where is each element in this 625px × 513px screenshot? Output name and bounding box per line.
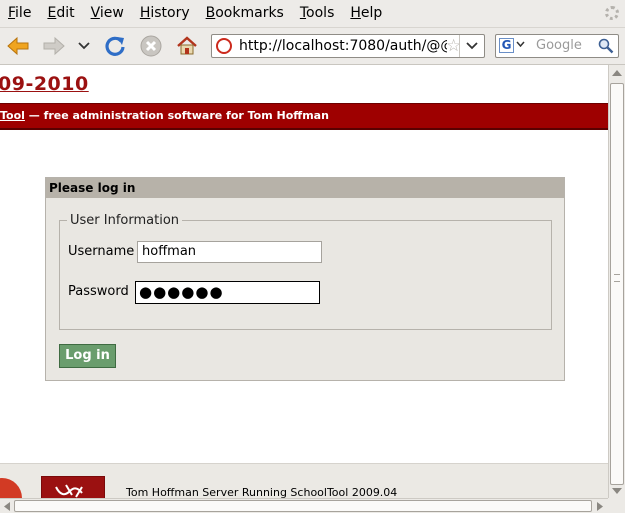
login-form: Please log in User Information Username … bbox=[45, 177, 565, 381]
navigation-toolbar: http://localhost:7080/auth/@@ ☆ G Google bbox=[0, 28, 625, 65]
search-engine-icon[interactable]: G bbox=[499, 38, 514, 53]
site-identity-icon[interactable] bbox=[216, 38, 232, 54]
site-title-link[interactable]: 09-2010 bbox=[0, 73, 89, 95]
password-label: Password bbox=[68, 284, 129, 299]
site-banner: Tool — free administration software for … bbox=[0, 103, 608, 130]
url-input[interactable]: http://localhost:7080/auth/@@ bbox=[239, 38, 447, 54]
stop-icon bbox=[140, 35, 162, 57]
menu-help[interactable]: Help bbox=[342, 0, 390, 27]
footer-text: Tom Hoffman Server Running SchoolTool 20… bbox=[126, 486, 398, 498]
menu-tools[interactable]: Tools bbox=[292, 0, 343, 27]
scroll-right-arrow-icon[interactable] bbox=[597, 502, 604, 511]
back-arrow-icon bbox=[7, 36, 29, 56]
vertical-scrollbar[interactable] bbox=[608, 65, 625, 498]
scroll-down-arrow-icon[interactable] bbox=[612, 488, 622, 495]
menu-history[interactable]: History bbox=[132, 0, 198, 27]
menu-edit[interactable]: Edit bbox=[39, 0, 82, 27]
menu-bookmarks[interactable]: Bookmarks bbox=[198, 0, 292, 27]
page-content: 09-2010 Tool — free administration softw… bbox=[0, 65, 608, 498]
fieldset-legend: User Information bbox=[70, 213, 180, 228]
login-header: Please log in bbox=[46, 178, 564, 198]
grip-icon bbox=[614, 274, 620, 282]
footer-decoration bbox=[0, 478, 22, 498]
page-footer: Tom Hoffman Server Running SchoolTool 20… bbox=[0, 463, 608, 498]
chevron-down-icon[interactable] bbox=[516, 41, 525, 47]
chevron-down-icon bbox=[466, 42, 478, 50]
menu-view[interactable]: View bbox=[83, 0, 132, 27]
password-field[interactable]: ●●●●●● bbox=[135, 281, 320, 304]
search-bar[interactable]: G Google bbox=[495, 34, 619, 58]
activity-throbber-icon bbox=[605, 6, 619, 20]
user-information-fieldset: User Information bbox=[59, 213, 552, 330]
logo-mark-icon bbox=[55, 484, 83, 498]
horizontal-scroll-thumb[interactable] bbox=[14, 500, 592, 512]
scroll-up-arrow-icon[interactable] bbox=[612, 69, 622, 76]
horizontal-scrollbar[interactable] bbox=[0, 498, 608, 513]
banner-tool-link[interactable]: Tool bbox=[0, 109, 25, 122]
search-icon[interactable] bbox=[598, 38, 614, 54]
history-dropdown-button[interactable] bbox=[74, 34, 94, 58]
vertical-scroll-thumb[interactable] bbox=[610, 83, 624, 485]
url-history-dropdown-button[interactable] bbox=[459, 35, 484, 57]
banner-text: — free administration software for Tom H… bbox=[24, 109, 329, 122]
search-input[interactable]: Google bbox=[536, 38, 582, 53]
reload-icon bbox=[105, 36, 125, 56]
scroll-left-arrow-icon[interactable] bbox=[3, 502, 10, 511]
username-field[interactable]: hoffman bbox=[137, 241, 322, 263]
menu-bar: File Edit View History Bookmarks Tools H… bbox=[0, 0, 625, 28]
address-bar[interactable]: http://localhost:7080/auth/@@ ☆ bbox=[211, 34, 485, 58]
username-label: Username bbox=[68, 244, 135, 259]
home-icon bbox=[177, 36, 197, 55]
stop-button[interactable] bbox=[139, 34, 163, 58]
back-button[interactable] bbox=[6, 34, 30, 58]
reload-button[interactable] bbox=[103, 34, 127, 58]
forward-arrow-icon bbox=[43, 36, 65, 56]
forward-button[interactable] bbox=[42, 34, 66, 58]
log-in-button[interactable]: Log in bbox=[59, 344, 116, 368]
menu-file[interactable]: File bbox=[0, 0, 39, 27]
schooltool-logo bbox=[41, 476, 105, 498]
home-button[interactable] bbox=[175, 34, 199, 58]
scrollbar-corner bbox=[608, 498, 625, 513]
chevron-down-icon bbox=[78, 42, 90, 50]
